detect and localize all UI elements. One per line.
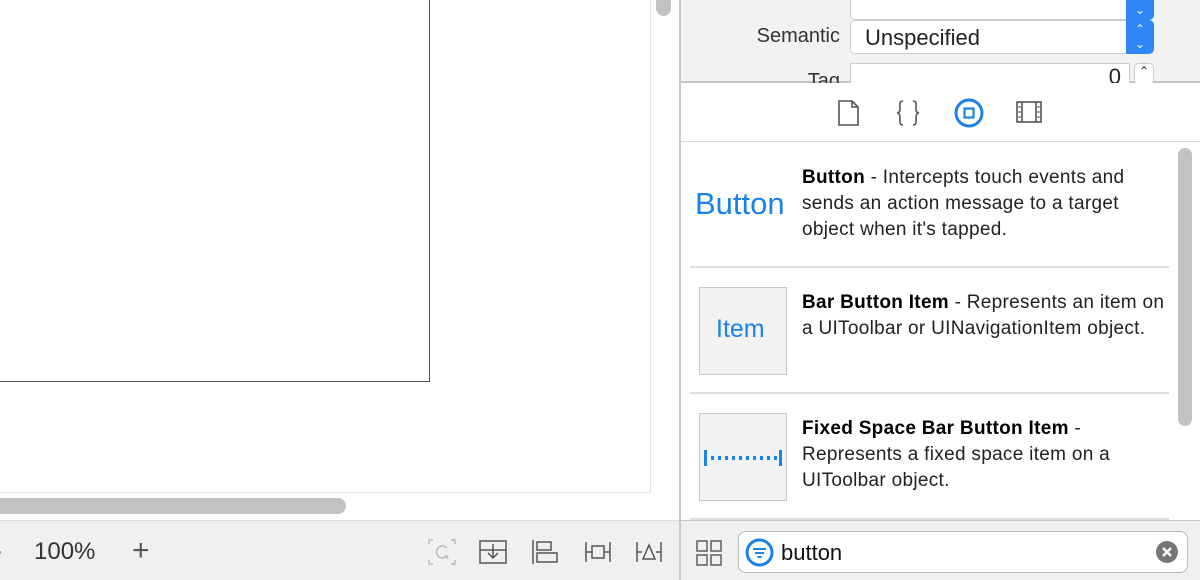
update-frames-icon[interactable]	[427, 538, 457, 566]
resolve-issues-icon[interactable]	[634, 538, 664, 566]
tag-stepper[interactable]: ⌃	[1134, 63, 1154, 83]
object-library-list: Button Button - Intercepts touch events …	[681, 142, 1200, 520]
add-constraints-icon[interactable]	[583, 538, 613, 566]
zoom-level: 100%	[34, 538, 96, 565]
library-scrollbar[interactable]	[1178, 148, 1192, 426]
fixed-space-icon	[704, 450, 782, 466]
embed-in-stack-icon[interactable]	[478, 538, 508, 566]
tag-field[interactable]: 0	[850, 63, 1130, 83]
bar-button-item-thumbnail: Item	[699, 287, 787, 375]
list-item-fixed-space[interactable]: Fixed Space Bar Button Item - Represents…	[690, 394, 1169, 520]
vertical-scrollbar[interactable]	[656, 0, 671, 16]
grid-view-icon[interactable]	[695, 539, 723, 567]
button-thumbnail: Button	[695, 186, 785, 221]
list-item-button[interactable]: Button Button - Intercepts touch events …	[690, 142, 1169, 268]
zoom-in-button[interactable]: +	[132, 534, 150, 568]
library-tab-bar	[681, 85, 1200, 142]
media-library-icon[interactable]	[1015, 100, 1043, 124]
file-template-icon[interactable]	[837, 99, 861, 127]
content-mode-popup[interactable]: ⌃⌄	[850, 0, 1154, 20]
divider	[0, 492, 650, 493]
horizontal-scrollbar[interactable]	[0, 498, 346, 514]
align-icon[interactable]	[530, 538, 560, 566]
divider	[650, 0, 651, 492]
code-snippet-icon[interactable]	[895, 99, 921, 127]
chevron-updown-icon: ⌃ ⌄	[1126, 20, 1154, 54]
view-controller-scene[interactable]	[0, 0, 430, 382]
tag-label: Tag	[807, 70, 840, 83]
item-title: Fixed Space Bar Button Item	[802, 418, 1069, 439]
semantic-popup[interactable]: Unspecified ⌃ ⌄	[850, 20, 1154, 54]
object-library-icon[interactable]	[953, 97, 985, 129]
search-value: button	[781, 540, 843, 565]
storyboard-canvas[interactable]	[0, 0, 680, 520]
fixed-space-thumbnail	[699, 413, 787, 501]
semantic-label: Semantic	[756, 25, 840, 47]
list-item-bar-button-item[interactable]: Item Bar Button Item - Represents an ite…	[690, 268, 1169, 394]
filter-icon[interactable]	[745, 538, 774, 567]
library-search-input[interactable]: button	[738, 531, 1188, 573]
semantic-value: Unspecified	[865, 25, 980, 50]
item-title: Bar Button Item	[802, 292, 949, 313]
zoom-out-button[interactable]: -	[0, 534, 2, 568]
item-title: Button	[802, 167, 865, 188]
clear-search-icon[interactable]	[1156, 541, 1178, 563]
canvas-bottom-bar	[0, 520, 680, 580]
